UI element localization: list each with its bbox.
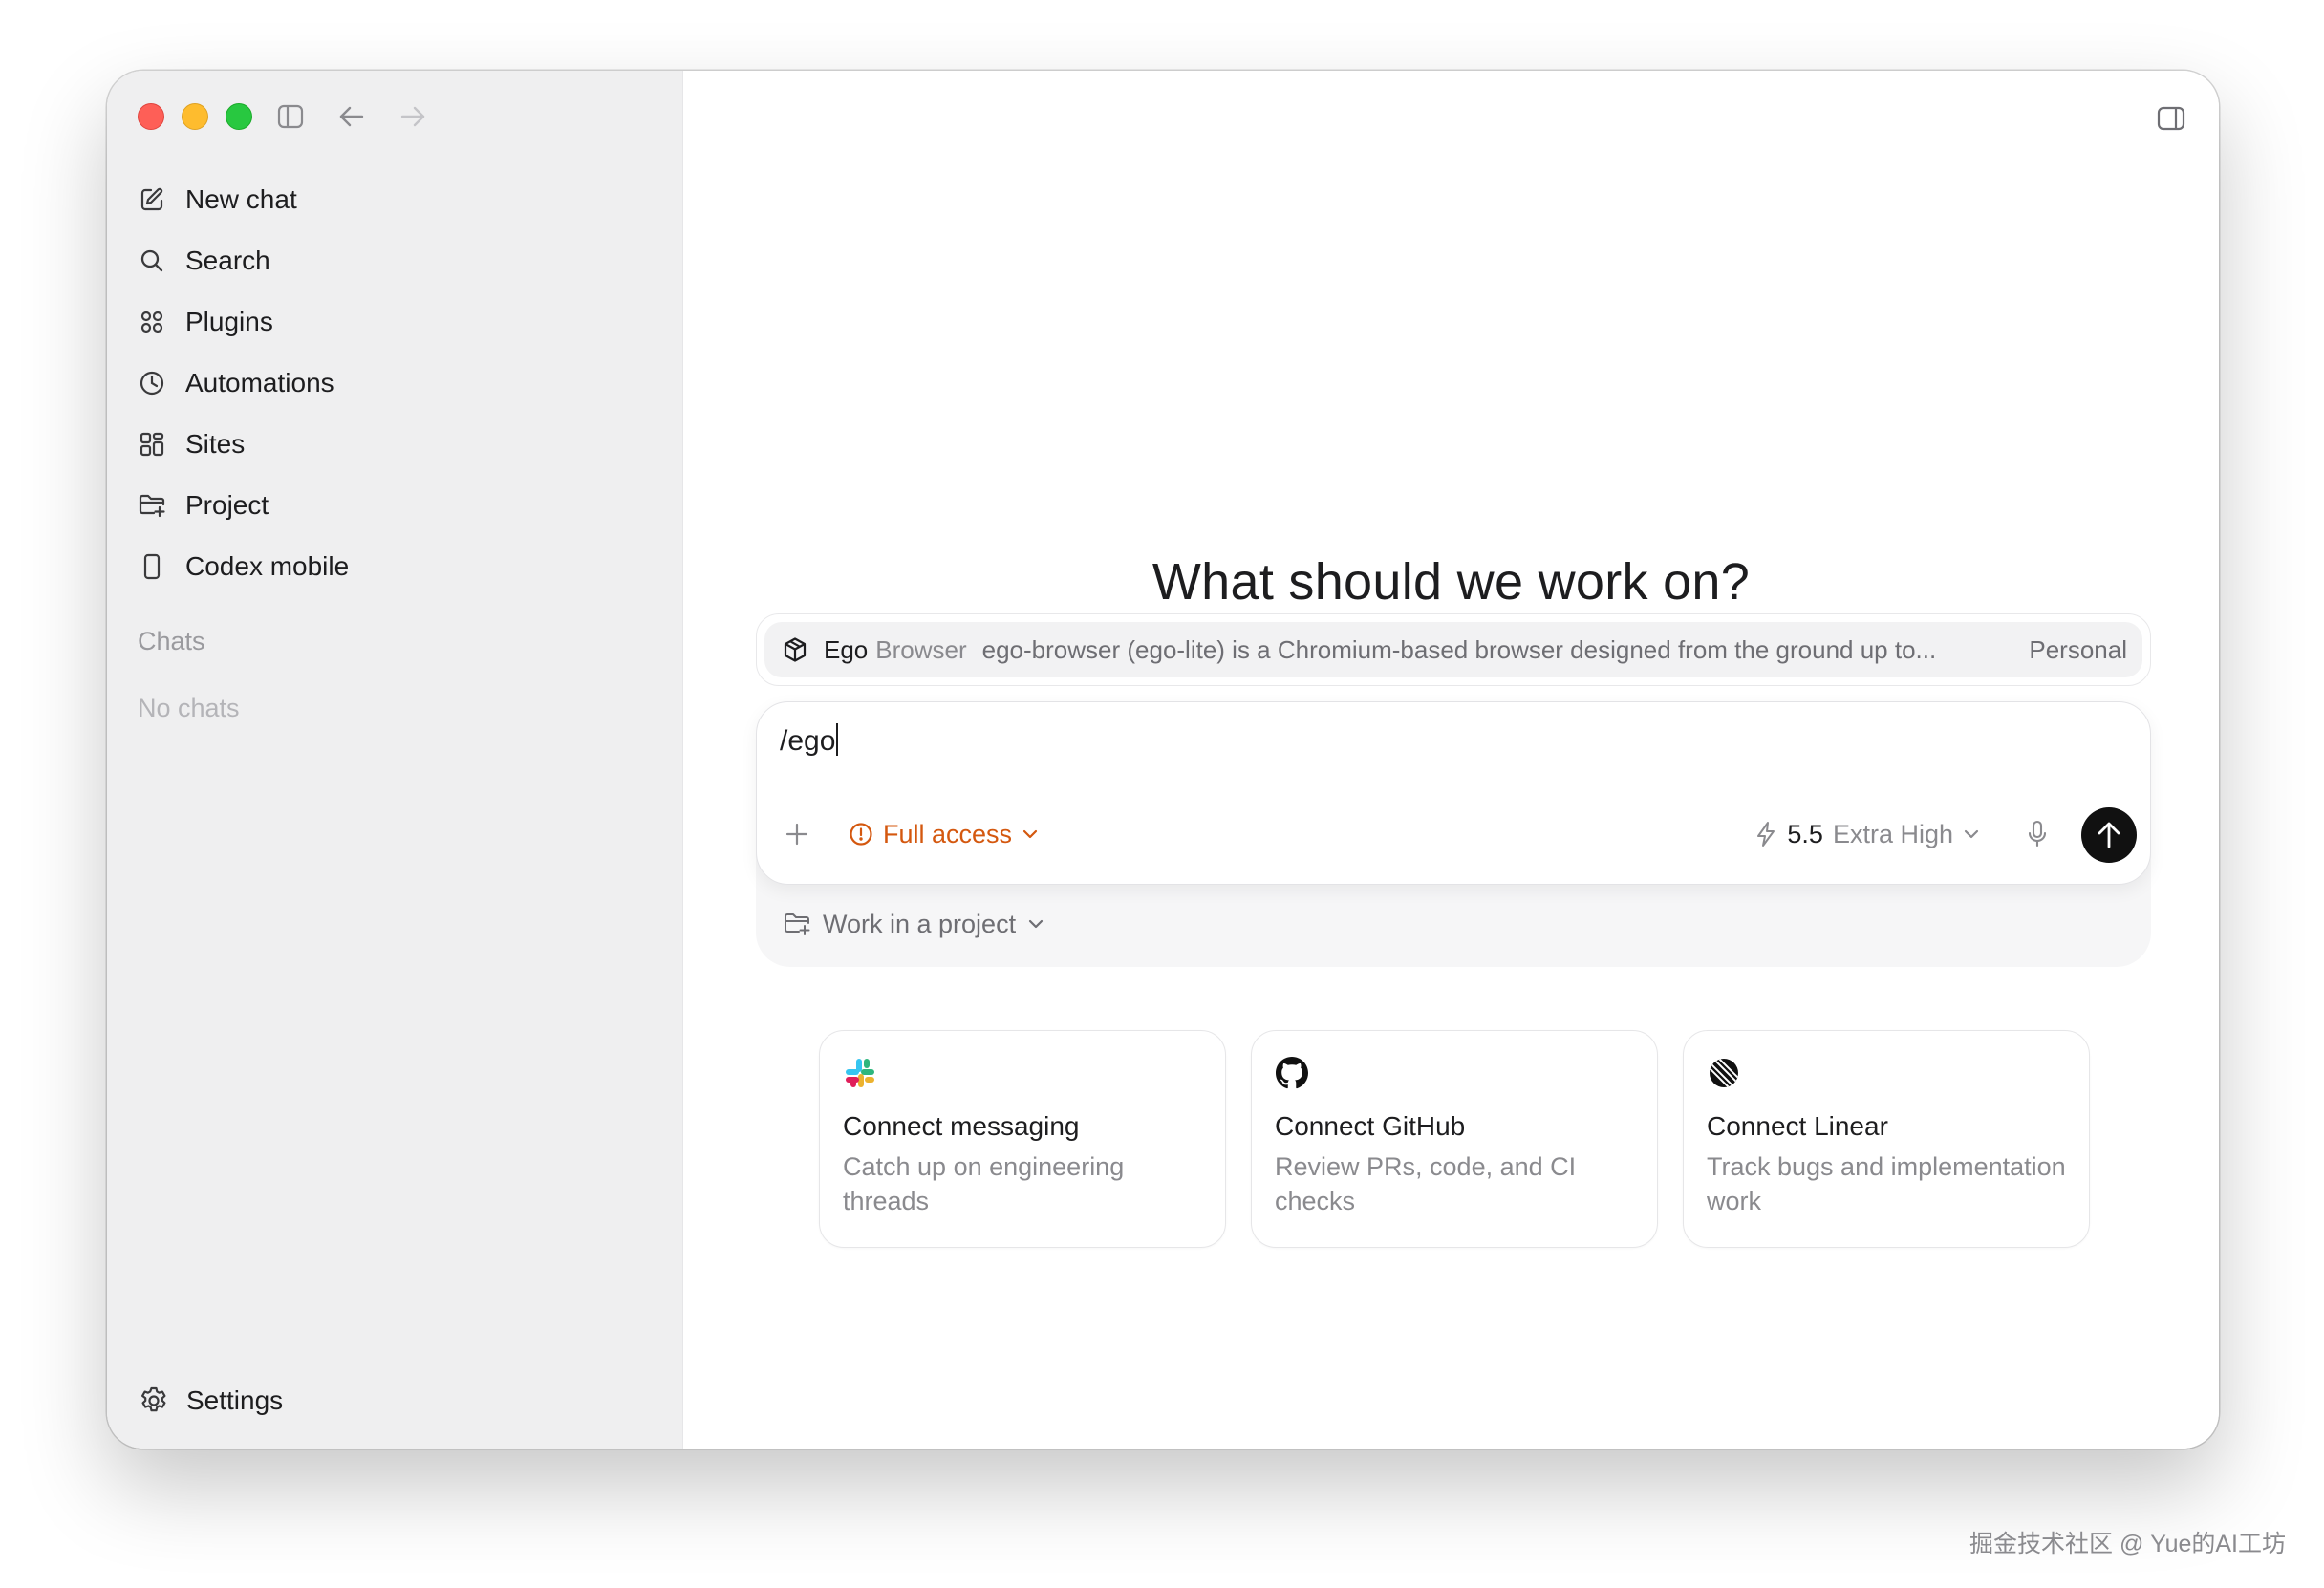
- warning-icon: [849, 822, 873, 847]
- suggestion-name: Ego: [824, 634, 869, 664]
- chevron-down-icon: [1027, 918, 1044, 930]
- arrow-left-icon[interactable]: [334, 99, 369, 134]
- search-icon: [136, 245, 168, 277]
- settings-button[interactable]: Settings: [139, 1372, 283, 1429]
- slack-icon: [843, 1056, 877, 1090]
- sidebar-item-label: Plugins: [185, 307, 273, 336]
- arrow-right-icon[interactable]: [396, 99, 430, 134]
- gear-icon: [139, 1385, 169, 1416]
- card-description: Track bugs and implementation work: [1707, 1152, 2066, 1215]
- empty-chats-text: No chats: [138, 694, 240, 722]
- sidebar-item-plugins[interactable]: Plugins: [136, 291, 663, 353]
- project-selector-label: Work in a project: [823, 909, 1017, 938]
- watermark: 掘金技术社区 @ Yue的AI工坊: [1969, 1531, 2286, 1557]
- prompt-input-text: /ego: [780, 725, 836, 757]
- access-mode-dropdown[interactable]: Full access: [849, 815, 1039, 853]
- suggestion-row[interactable]: Ego Browser ego-browser (ego-lite) is a …: [764, 622, 2142, 677]
- chats-section-label: Chats: [138, 627, 205, 655]
- card-title: Connect GitHub: [1275, 1111, 1466, 1141]
- panel-toggle-icon[interactable]: [2154, 101, 2188, 136]
- folder-icon: [136, 489, 168, 522]
- sidebar: New chat Search Plugins Automations Site…: [107, 71, 682, 1449]
- zoom-window-button[interactable]: [226, 103, 252, 130]
- chevron-down-icon: [1963, 828, 1980, 840]
- connector-cards: Connect messaging Catch up on engineerin…: [819, 1030, 2090, 1248]
- composer: /ego Full access 5.5 Extra High: [756, 701, 2151, 885]
- connect-messaging-card[interactable]: Connect messaging Catch up on engineerin…: [819, 1030, 1226, 1248]
- sidebar-item-label: Codex mobile: [185, 551, 350, 581]
- arrow-up-icon: [2098, 822, 2120, 848]
- card-description: Catch up on engineering threads: [843, 1152, 1125, 1215]
- folder-plus-icon: [783, 911, 811, 937]
- send-button[interactable]: [2081, 807, 2137, 863]
- clock-icon: [136, 367, 168, 399]
- chevron-down-icon: [1022, 828, 1039, 840]
- minimize-window-button[interactable]: [182, 103, 208, 130]
- sidebar-item-new-chat[interactable]: New chat: [136, 169, 663, 230]
- microphone-icon[interactable]: [2020, 817, 2055, 851]
- settings-label: Settings: [186, 1385, 284, 1415]
- sidebar-item-search[interactable]: Search: [136, 230, 663, 291]
- linear-icon: [1707, 1056, 1741, 1090]
- card-title: Connect Linear: [1707, 1111, 1888, 1141]
- card-description: Review PRs, code, and CI checks: [1275, 1152, 1577, 1215]
- sidebar-item-label: Search: [185, 246, 270, 275]
- access-mode-label: Full access: [883, 819, 1013, 848]
- close-window-button[interactable]: [138, 103, 164, 130]
- sidebar-icon[interactable]: [273, 99, 308, 134]
- cube-icon: [780, 634, 810, 665]
- sidebar-item-project[interactable]: Project: [136, 475, 663, 536]
- composer-container: /ego Full access 5.5 Extra High Work in …: [756, 701, 2151, 967]
- suggestion-scope: Personal: [2029, 634, 2127, 664]
- app-window: New chat Search Plugins Automations Site…: [107, 71, 2219, 1449]
- traffic-lights: [138, 103, 252, 130]
- lightning-icon: [1754, 821, 1777, 848]
- sidebar-item-label: Automations: [185, 368, 334, 397]
- sidebar-item-label: Sites: [185, 429, 246, 459]
- model-version: 5.5: [1787, 819, 1823, 848]
- model-selector[interactable]: 5.5 Extra High: [1754, 815, 1980, 853]
- sidebar-item-label: Project: [185, 490, 269, 520]
- sites-icon: [136, 428, 168, 461]
- github-icon: [1275, 1056, 1309, 1090]
- model-effort: Extra High: [1832, 819, 1953, 848]
- slash-command-suggestion[interactable]: Ego Browser ego-browser (ego-lite) is a …: [756, 613, 2151, 686]
- connect-linear-card[interactable]: Connect Linear Track bugs and implementa…: [1683, 1030, 2090, 1248]
- suggestion-kind: Browser: [875, 634, 967, 664]
- suggestion-description: ego-browser (ego-lite) is a Chromium-bas…: [981, 634, 1937, 664]
- text-caret: [836, 723, 839, 756]
- phone-icon: [136, 550, 168, 583]
- page-title: What should we work on?: [1151, 553, 1751, 611]
- project-selector[interactable]: Work in a project: [783, 900, 1044, 948]
- prompt-input[interactable]: /ego: [780, 723, 839, 758]
- main-panel: What should we work on? Ego Browser ego-…: [682, 71, 2219, 1449]
- plugins-icon: [136, 306, 168, 338]
- sidebar-item-label: New chat: [185, 184, 297, 214]
- add-attachment-button[interactable]: [780, 817, 814, 851]
- card-title: Connect messaging: [843, 1111, 1080, 1141]
- sidebar-nav: New chat Search Plugins Automations Site…: [136, 169, 663, 597]
- sidebar-item-codex-mobile[interactable]: Codex mobile: [136, 536, 663, 597]
- connect-github-card[interactable]: Connect GitHub Review PRs, code, and CI …: [1251, 1030, 1658, 1248]
- sidebar-item-automations[interactable]: Automations: [136, 353, 663, 414]
- sidebar-item-sites[interactable]: Sites: [136, 414, 663, 475]
- compose-icon: [136, 183, 168, 216]
